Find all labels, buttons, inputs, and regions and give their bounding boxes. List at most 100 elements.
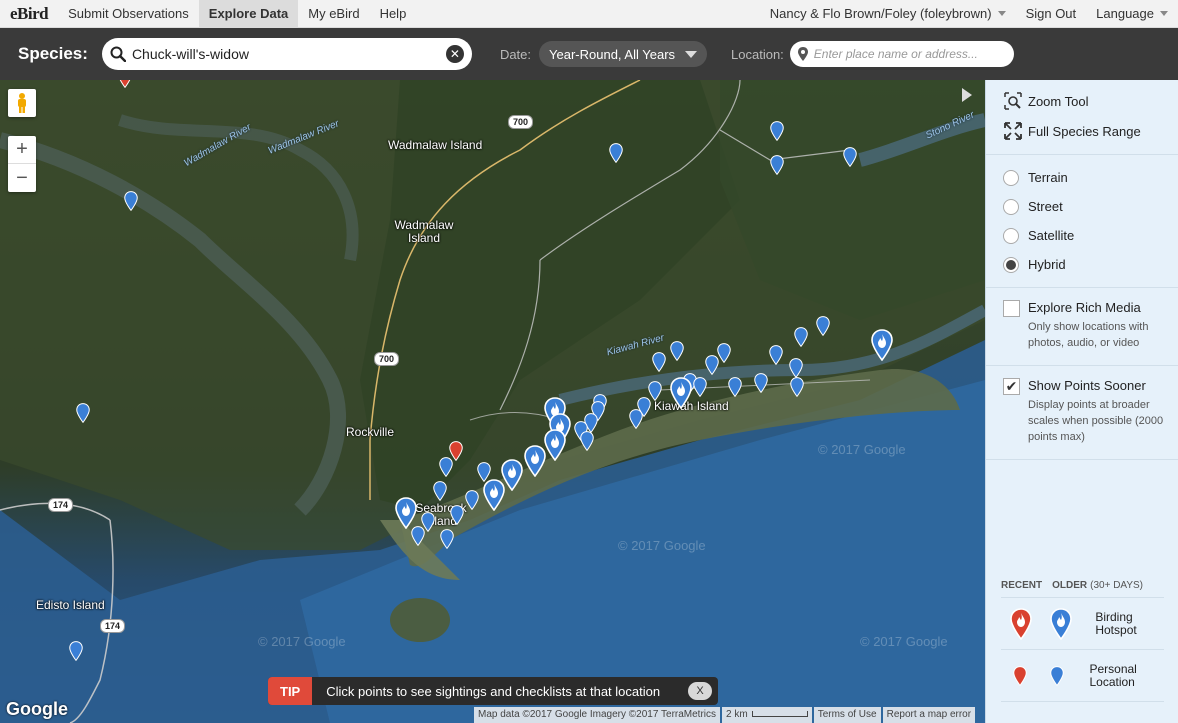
points-sooner-title: Show Points Sooner [1028, 378, 1146, 393]
legend-older-header: OLDER [1052, 580, 1088, 591]
radio-street[interactable] [1003, 198, 1019, 215]
label-wadmalaw-island: Wadmalaw Island [388, 138, 483, 152]
personal-location-marker[interactable] [769, 345, 783, 370]
terms-link[interactable]: Terms of Use [813, 707, 881, 723]
birding-hotspot-marker[interactable] [670, 377, 692, 414]
road-badge: 700 [374, 352, 400, 366]
radio-satellite[interactable] [1003, 227, 1019, 244]
user-menu[interactable]: Nancy & Flo Brown/Foley (foleybrown) [760, 0, 1016, 28]
species-label: Species: [18, 44, 88, 63]
zoom-tool-label: Zoom Tool [1028, 93, 1089, 109]
personal-location-marker[interactable] [717, 343, 731, 368]
birding-hotspot-marker[interactable] [483, 479, 505, 516]
report-error-link[interactable]: Report a map error [882, 707, 976, 723]
personal-location-marker[interactable] [652, 352, 666, 377]
birding-hotspot-marker[interactable] [871, 329, 893, 366]
points-sooner-desc: Display points at broader scales when po… [1028, 399, 1164, 443]
rich-media-desc: Only show locations with photos, audio, … [1028, 321, 1149, 349]
maptype-satellite-label: Satellite [1028, 228, 1075, 243]
personal-location-marker[interactable] [465, 490, 479, 515]
personal-location-marker[interactable] [648, 381, 662, 406]
zoom-tool-button[interactable]: Zoom Tool [986, 86, 1178, 116]
older-personal-icon [1038, 665, 1075, 686]
map-watermark: © 2017 Google [818, 442, 906, 457]
personal-location-marker[interactable] [816, 316, 830, 341]
maptype-terrain-label: Terrain [1028, 170, 1068, 185]
personal-location-marker[interactable] [843, 147, 857, 172]
birding-hotspot-marker[interactable] [544, 429, 566, 466]
personal-location-marker[interactable] [770, 155, 784, 180]
personal-location-marker[interactable] [670, 341, 684, 366]
personal-location-marker[interactable] [609, 143, 623, 168]
checkmark-icon: ✔ [1005, 378, 1018, 394]
points-sooner-checkbox[interactable]: ✔ [1003, 378, 1020, 395]
clear-icon[interactable]: ✕ [445, 45, 464, 63]
personal-location-marker[interactable] [450, 505, 464, 530]
map-canvas[interactable]: Wadmalaw Island Wadmalaw Island Rockvill… [0, 80, 985, 723]
recent-personal-icon [1001, 665, 1038, 686]
personal-location-marker[interactable] [124, 191, 138, 216]
full-range-button[interactable]: Full Species Range [986, 116, 1178, 146]
tip-text: Click points to see sightings and checkl… [326, 683, 661, 699]
recent-location-marker[interactable] [449, 441, 463, 466]
location-pin-icon [797, 47, 808, 61]
personal-location-marker[interactable] [790, 377, 804, 402]
nav-my-ebird[interactable]: My eBird [298, 0, 369, 28]
legend-hotspot-label: Birding Hotspot [1095, 609, 1137, 637]
date-label: Date: [499, 46, 532, 62]
tip-close-button[interactable]: X [688, 682, 712, 700]
nav-submit-observations[interactable]: Submit Observations [58, 0, 199, 28]
search-icon [110, 46, 126, 62]
map-data-credit: Map data ©2017 Google Imagery ©2017 Terr… [474, 707, 721, 723]
nav-help[interactable]: Help [370, 0, 417, 28]
chevron-down-icon [997, 11, 1006, 16]
user-name: Nancy & Flo Brown/Foley (foleybrown) [769, 6, 992, 21]
scale-bar: 2 km [722, 707, 812, 723]
personal-location-marker[interactable] [728, 377, 742, 402]
rich-media-option[interactable]: Explore Rich Media Only show locations w… [986, 294, 1178, 357]
recent-location-marker[interactable] [118, 80, 132, 93]
road-badge: 700 [508, 115, 534, 129]
legend-row-hotspot: Birding Hotspot [1001, 598, 1164, 650]
search-bar: Species: Chuck-will's-widow ✕ Date: Year… [0, 28, 1178, 80]
sign-out-link[interactable]: Sign Out [1016, 0, 1087, 28]
personal-location-marker[interactable] [69, 641, 83, 666]
personal-location-marker[interactable] [754, 373, 768, 398]
label-wadmalaw-island-2: Wadmalaw Island [394, 218, 454, 245]
language-menu[interactable]: Language [1086, 0, 1178, 28]
personal-location-marker[interactable] [770, 121, 784, 146]
maptype-satellite[interactable]: Satellite [986, 221, 1178, 250]
street-view-pegman[interactable] [8, 89, 36, 117]
personal-location-marker[interactable] [705, 355, 719, 380]
date-value: Year-Round, All Years [549, 46, 676, 62]
personal-location-marker[interactable] [433, 481, 447, 506]
personal-location-marker[interactable] [440, 529, 454, 554]
ebird-logo[interactable]: eBird [0, 4, 58, 24]
zoom-out-button[interactable]: − [8, 164, 36, 192]
personal-location-marker[interactable] [76, 403, 90, 428]
birding-hotspot-marker[interactable] [395, 497, 417, 534]
rich-media-checkbox[interactable] [1003, 300, 1020, 317]
recent-hotspot-icon [1001, 607, 1041, 640]
date-select[interactable]: Year-Round, All Years [539, 41, 708, 67]
zoom-in-button[interactable]: + [8, 136, 36, 164]
google-logo: Google [6, 699, 68, 719]
top-nav: eBird Submit Observations Explore Data M… [0, 0, 1178, 28]
road-badge: 174 [100, 619, 126, 633]
nav-explore-data[interactable]: Explore Data [198, 0, 299, 28]
radio-hybrid[interactable] [1003, 256, 1019, 273]
personal-location-marker[interactable] [794, 327, 808, 352]
species-input[interactable]: Chuck-will's-widow ✕ [101, 38, 472, 70]
points-sooner-option[interactable]: ✔ Show Points Sooner Display points at b… [986, 372, 1178, 451]
personal-location-marker[interactable] [693, 377, 707, 402]
birding-hotspot-marker[interactable] [524, 445, 546, 482]
personal-location-marker[interactable] [580, 431, 594, 456]
rich-media-title: Explore Rich Media [1028, 300, 1141, 315]
radio-terrain[interactable] [1003, 169, 1019, 186]
collapse-panel-icon[interactable] [962, 88, 972, 102]
maptype-terrain[interactable]: Terrain [986, 163, 1178, 192]
location-input[interactable]: Enter place name or address... [789, 41, 1014, 67]
maptype-street[interactable]: Street [986, 192, 1178, 221]
map-attribution: Map data ©2017 Google Imagery ©2017 Terr… [474, 707, 977, 723]
maptype-hybrid[interactable]: Hybrid [986, 250, 1178, 279]
